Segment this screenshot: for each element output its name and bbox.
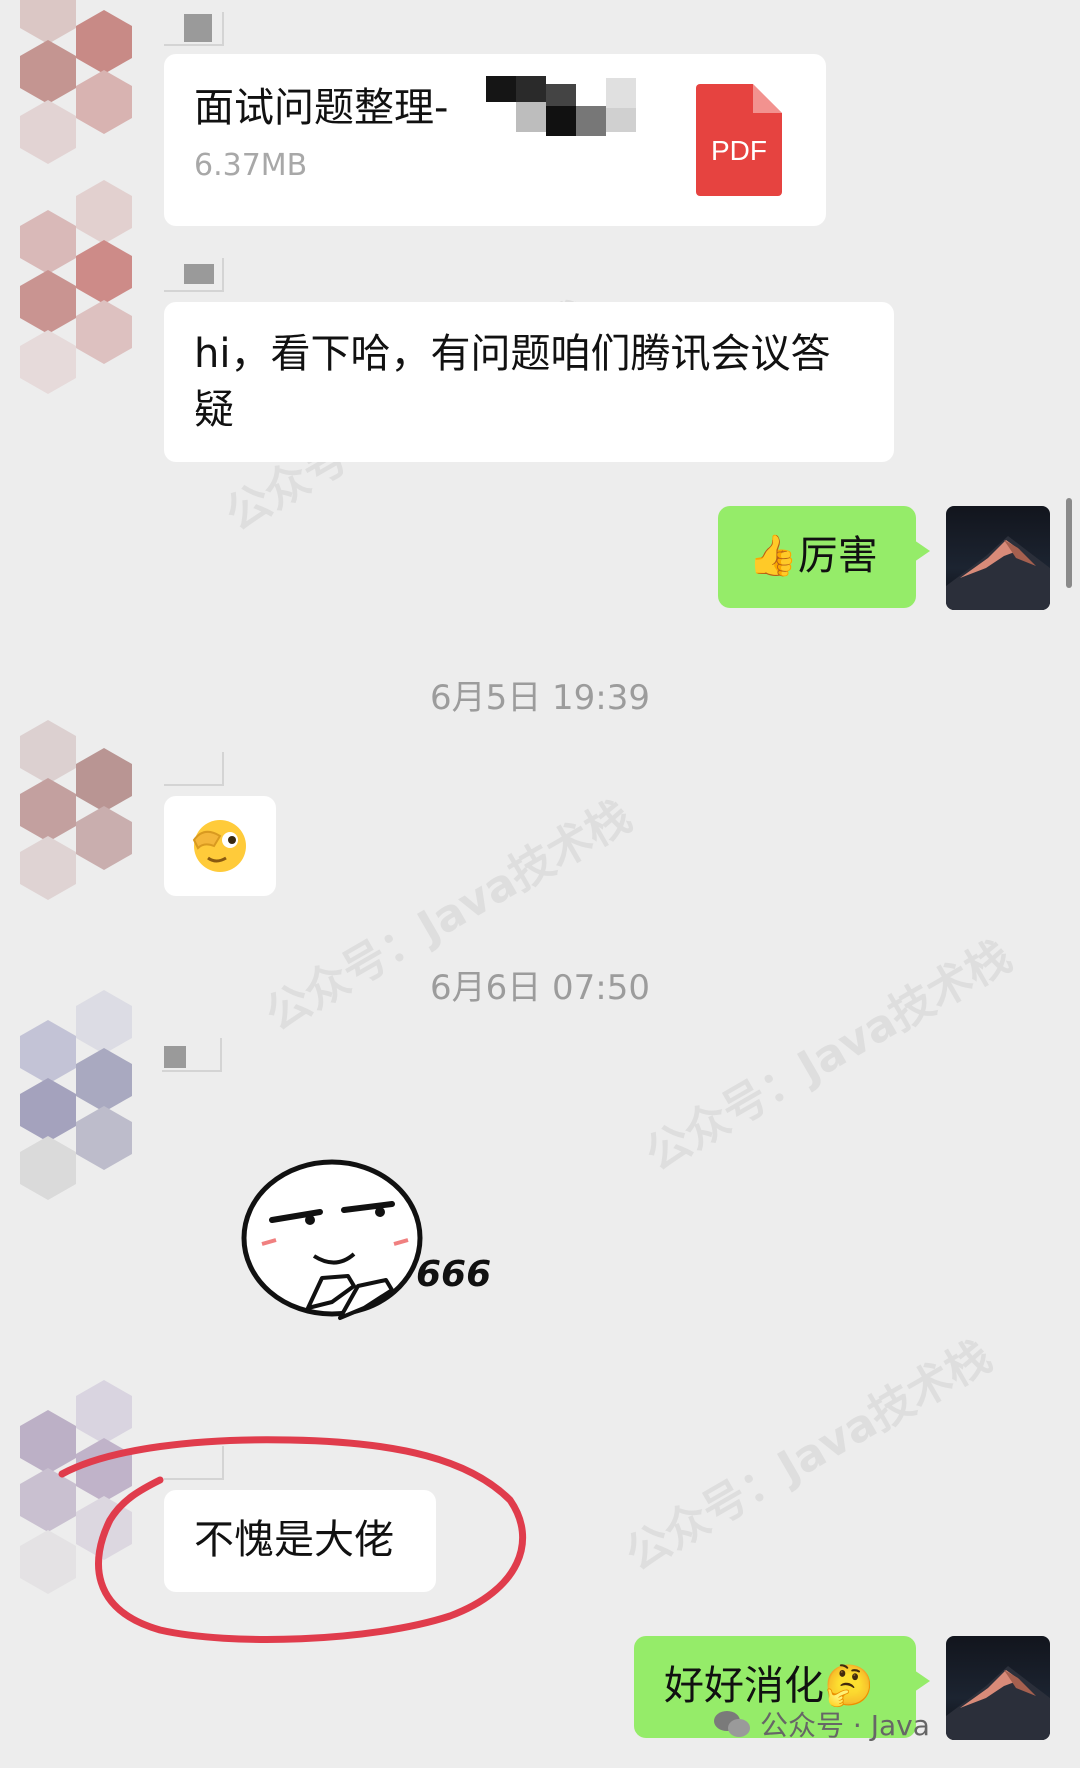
sender-name-redacted	[164, 12, 224, 46]
footer-watermark: 公众号 · Java	[714, 1704, 930, 1744]
file-message[interactable]: 面试问题整理- 6.37MB PDF	[164, 54, 826, 226]
message-line: 疑	[194, 387, 234, 433]
redacted-filename	[486, 76, 636, 136]
scrollbar-thumb[interactable]	[1066, 498, 1072, 588]
my-text-message[interactable]: 👍厉害	[718, 506, 930, 608]
contact-avatar[interactable]	[10, 0, 160, 200]
sender-name-redacted	[162, 1038, 222, 1072]
footer-watermark-text: 公众号 · Java	[760, 1709, 930, 1742]
emoji-message[interactable]	[164, 796, 276, 896]
thinking-face-icon: 🤔	[824, 1663, 874, 1709]
message-text: 厉害	[797, 533, 878, 579]
timestamp: 6月5日 19:39	[429, 678, 651, 718]
text-message[interactable]: hi，看下哈，有问题咱们腾讯会议答 疑	[164, 302, 894, 462]
my-avatar[interactable]	[946, 506, 1050, 610]
file-title: 面试问题整理-	[194, 85, 449, 131]
my-avatar[interactable]	[946, 1636, 1050, 1740]
highlight-circle-annotation	[58, 1436, 527, 1643]
pdf-file-icon: PDF	[696, 84, 782, 196]
facepalm-emoji-icon	[192, 820, 246, 872]
contact-avatar[interactable]	[10, 700, 160, 900]
sticker-text: 666	[416, 1254, 492, 1295]
sticker-message[interactable]: 666	[236, 1158, 491, 1338]
watermark-text: 公众号：Java技术栈	[617, 1330, 1000, 1582]
timestamp: 6月6日 07:50	[429, 968, 651, 1008]
pdf-badge: PDF	[711, 135, 767, 166]
sender-name-redacted	[164, 752, 224, 786]
contact-avatar[interactable]	[10, 180, 160, 394]
sender-name-redacted	[164, 258, 224, 292]
message-text: 好好消化	[664, 1663, 824, 1709]
smug-666-sticker-icon	[241, 1159, 423, 1320]
thumbs-up-icon: 👍	[748, 533, 798, 579]
contact-avatar[interactable]	[10, 990, 160, 1200]
file-size: 6.37MB	[194, 148, 308, 183]
wechat-icon	[714, 1709, 754, 1739]
message-line: hi，看下哈，有问题咱们腾讯会议答	[194, 331, 831, 377]
